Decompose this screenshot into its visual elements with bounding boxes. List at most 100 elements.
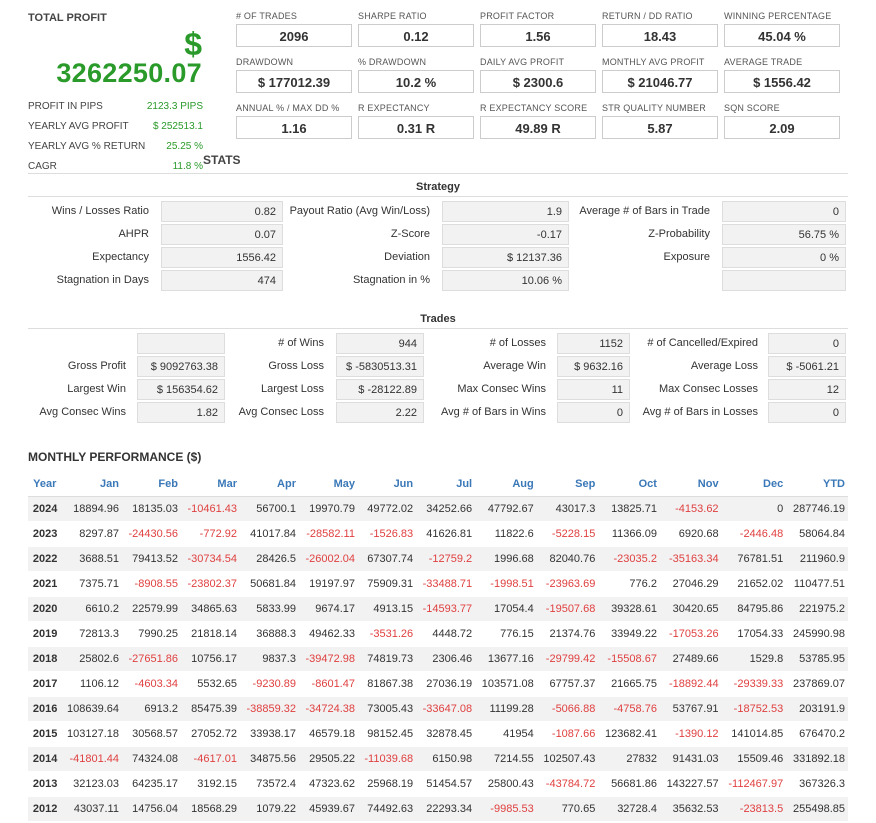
trades-divider [28,328,848,329]
table-row: 2014 -41801.44 74324.08 -4617.01 34875.56 295… [28,746,848,772]
yearly-avg-return-label: YEARLY AVG % RETURN [28,141,146,152]
metric-label: MONTHLY AVG PROFIT [602,57,705,67]
strategy-divider [28,196,848,197]
year-cell: 2016 [28,696,61,722]
profit-in-pips-row: PROFIT IN PIPS 2123.3 PIPS [28,101,203,115]
month-value-cell: 10756.17 [180,646,240,672]
strategy-value: 0.82 [161,201,283,222]
trades-value: 12 [768,379,846,400]
month-value-cell: -29339.33 [721,671,787,697]
metric-label: PROFIT FACTOR [480,11,555,21]
month-value-cell: 39328.61 [598,596,660,622]
table-row: 2024 18894.96 18135.03 -10461.43 56700.1 1997… [28,496,848,522]
month-value-cell: 1996.68 [475,546,537,572]
column-header-nov: Nov [659,472,722,497]
month-value-cell: -8601.47 [298,671,358,697]
table-row: 2016 108639.64 6913.2 85475.39 -38859.32 -347… [28,696,848,722]
metric-sqn-score: SQN SCORE 2.09 [724,103,842,139]
strategy-label: Exposure [663,251,710,263]
month-value-cell: 7375.71 [60,571,122,597]
year-cell: 2022 [28,546,61,572]
month-value-cell: 35632.53 [659,796,722,822]
month-value-cell: 102507.43 [536,746,599,772]
month-value-cell: 74819.73 [357,646,417,672]
year-cell: 2012 [28,796,61,822]
trades-value: $ -28122.89 [336,379,424,400]
trades-value: $ 9632.16 [557,356,630,377]
table-row: 2019 72813.3 7990.25 21818.14 36888.3 49462.3… [28,621,848,647]
month-value-cell: -17053.26 [659,621,722,647]
month-value-cell: -1998.51 [475,571,537,597]
month-value-cell: 34865.63 [180,596,240,622]
year-cell: 2023 [28,521,61,547]
metric-value: 1.16 [236,116,352,139]
month-value-cell: 245990.98 [786,621,848,647]
month-value-cell: 287746.19 [786,496,848,522]
month-value-cell: 56681.86 [598,771,660,797]
month-value-cell: -33647.08 [416,696,476,722]
metric-label: R EXPECTANCY [358,103,430,113]
trades-value: 0 [768,333,846,354]
trades-value: $ 156354.62 [137,379,225,400]
monthly-performance-heading: MONTHLY PERFORMANCE ($) [28,450,202,464]
column-header-mar: Mar [180,472,240,497]
metric-value: $ 1556.42 [724,70,840,93]
month-value-cell: 27489.66 [659,646,722,672]
month-value-cell: 1529.8 [721,646,787,672]
month-value-cell: 1079.22 [239,796,299,822]
month-value-cell: 21665.75 [598,671,660,697]
month-value-cell: -39472.98 [298,646,358,672]
table-body: 2024 18894.96 18135.03 -10461.43 56700.1 1997… [28,496,848,822]
trades-value: 11 [557,379,630,400]
year-cell: 2020 [28,596,61,622]
month-value-cell: -23963.69 [536,571,599,597]
metric-monthly-avg-profit: MONTHLY AVG PROFIT $ 21046.77 [602,57,720,93]
metric-label: DAILY AVG PROFIT [480,57,565,67]
month-value-cell: 50681.84 [239,571,299,597]
month-value-cell: 32878.45 [416,721,476,747]
month-value-cell: 4913.15 [357,596,417,622]
trades-value: 0 [557,402,630,423]
year-cell: 2021 [28,571,61,597]
month-value-cell: 76781.51 [721,546,787,572]
month-value-cell: -29799.42 [536,646,599,672]
month-value-cell: 9837.3 [239,646,299,672]
month-value-cell: 17054.33 [721,621,787,647]
month-value-cell: -1087.66 [536,721,599,747]
year-cell: 2014 [28,746,61,772]
month-value-cell: 98152.45 [357,721,417,747]
trades-label: Largest Win [67,383,126,395]
yearly-avg-profit-row: YEARLY AVG PROFIT $ 252513.1 [28,121,203,135]
month-value-cell: -28582.11 [298,521,358,547]
trades-value: $ -5061.21 [768,356,846,377]
month-value-cell: 43037.11 [60,796,122,822]
column-header-dec: Dec [721,472,787,497]
metric-annual-max-dd: ANNUAL % / MAX DD % 1.16 [236,103,354,139]
month-value-cell: 22579.99 [121,596,181,622]
metric-str-quality-number: STR QUALITY NUMBER 5.87 [602,103,720,139]
metric-value: 0.31 R [358,116,474,139]
month-value-cell: 13677.16 [475,646,537,672]
month-value-cell: 21652.02 [721,571,787,597]
trades-value: 2.22 [336,402,424,423]
trades-value: 944 [336,333,424,354]
month-value-cell: 30420.65 [659,596,722,622]
year-cell: 2013 [28,771,61,797]
strategy-label: Average # of Bars in Trade [579,205,710,217]
metric-label: ANNUAL % / MAX DD % [236,103,340,113]
metric-num-trades: # OF TRADES 2096 [236,11,354,47]
month-value-cell: 110477.51 [786,571,848,597]
month-value-cell: -10461.43 [180,496,240,522]
strategy-label: Expectancy [92,251,149,263]
trades-label: Max Consec Losses [658,383,758,395]
month-value-cell: -26002.04 [298,546,358,572]
month-value-cell: -8908.55 [121,571,181,597]
month-value-cell: 47323.62 [298,771,358,797]
trades-label: Max Consec Wins [457,383,546,395]
strategy-value: 0.07 [161,224,283,245]
month-value-cell: 123682.41 [598,721,660,747]
month-value-cell: -33488.71 [416,571,476,597]
month-value-cell: 2306.46 [416,646,476,672]
month-value-cell: -11039.68 [357,746,417,772]
trades-value: 1152 [557,333,630,354]
